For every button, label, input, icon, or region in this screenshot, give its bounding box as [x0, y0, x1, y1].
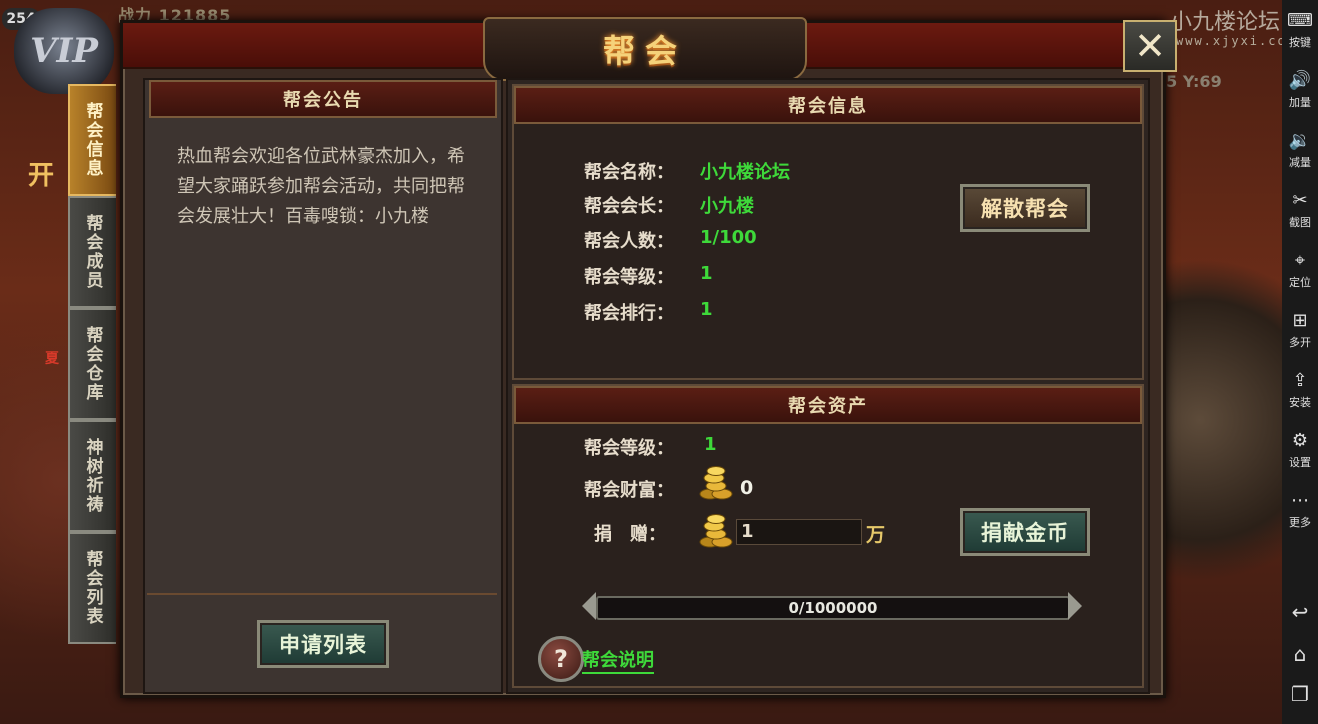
guild-level-value: 1 [700, 263, 713, 284]
guild-leader-label: 帮会会长： [584, 196, 674, 217]
sidebar-label: 设置 [1289, 456, 1311, 469]
vip-label: VIP [30, 31, 98, 71]
apply-list-button[interactable]: 申请列表 [257, 620, 389, 668]
close-icon: ✕ [1134, 24, 1166, 68]
sidebar-label: 加量 [1289, 96, 1311, 109]
sidebar-item-install[interactable]: ⇪ 安装 [1282, 370, 1318, 410]
guild-members-label: 帮会人数： [584, 231, 674, 252]
wealth-label: 帮会财富： [584, 480, 674, 501]
close-button[interactable]: ✕ [1123, 20, 1177, 72]
sidebar-item-more[interactable]: ⋯ 更多 [1282, 490, 1318, 530]
recent-apps-icon: ❐ [1291, 682, 1309, 706]
notice-header: 帮会公告 [149, 80, 497, 118]
volume-up-icon: 🔊 [1288, 70, 1312, 91]
window-title: 帮会 [602, 32, 687, 70]
sidebar-label: 减量 [1289, 156, 1311, 169]
asset-level-value: 1 [704, 434, 717, 455]
guild-level-label: 帮会等级： [584, 267, 674, 288]
guild-details-panel: 帮会信息 帮会名称： 小九楼论坛 帮会会长： 小九楼 帮会人数： 1/100 帮… [506, 78, 1150, 694]
sidebar-item-location[interactable]: ⌖ 定位 [1282, 250, 1318, 290]
donate-amount-input[interactable]: 1 [736, 519, 862, 545]
progress-left-arrow [582, 592, 596, 620]
donate-unit: 万 [866, 524, 886, 546]
tab-guild-members[interactable]: 帮会成员 [68, 196, 116, 308]
wealth-value: 0 [740, 477, 754, 499]
sidebar-item-settings[interactable]: ⚙ 设置 [1282, 430, 1318, 470]
sidebar-item-screenshot[interactable]: ✂ 截图 [1282, 190, 1318, 230]
vip-icon[interactable]: VIP [14, 8, 114, 94]
guild-info-header: 帮会信息 [514, 86, 1142, 124]
guild-rank-value: 1 [700, 299, 713, 320]
sidebar-label: 更多 [1289, 516, 1311, 529]
gold-coin-icon [699, 466, 733, 500]
sidebar-label: 安装 [1289, 396, 1311, 409]
side-event-text-2: 夏 [45, 351, 59, 367]
multi-window-icon: ⊞ [1292, 310, 1308, 331]
guild-info-box: 帮会信息 帮会名称： 小九楼论坛 帮会会长： 小九楼 帮会人数： 1/100 帮… [512, 84, 1144, 380]
scissors-icon: ✂ [1292, 190, 1308, 211]
sidebar-item-multi[interactable]: ⊞ 多开 [1282, 310, 1318, 350]
disband-guild-button[interactable]: 解散帮会 [960, 184, 1090, 232]
notice-divider [147, 593, 497, 595]
gold-coin-icon-2 [699, 514, 733, 548]
nav-recent-button[interactable]: ❐ [1282, 682, 1318, 706]
sidebar-label: 定位 [1289, 276, 1311, 289]
donate-label: 捐 赠： [594, 524, 666, 545]
location-icon: ⌖ [1294, 250, 1306, 271]
help-icon[interactable]: ? [538, 636, 584, 682]
guild-name-value: 小九楼论坛 [700, 162, 790, 183]
guild-assets-header: 帮会资产 [514, 386, 1142, 424]
watermark-url: www.xjyxi.com [1176, 34, 1296, 48]
guild-name-label: 帮会名称： [584, 162, 674, 183]
guild-help-link[interactable]: 帮会说明 [582, 646, 654, 674]
sidebar-item-volume-down[interactable]: 🔉 减量 [1282, 130, 1318, 170]
guild-assets-box: 帮会资产 帮会等级： 1 帮会财富： 0 捐 赠： 1 万 捐献金币 0/100… [512, 384, 1144, 688]
asset-level-label: 帮会等级： [584, 438, 674, 459]
guild-leader-value: 小九楼 [700, 196, 754, 217]
side-event-text: 开 [28, 161, 55, 191]
more-icon: ⋯ [1291, 490, 1309, 511]
donate-gold-button[interactable]: 捐献金币 [960, 508, 1090, 556]
watermark-title: 小九楼论坛 [1170, 10, 1281, 35]
emulator-sidebar: ⌨ 按键 🔊 加量 🔉 减量 ✂ 截图 ⌖ 定位 ⊞ 多开 ⇪ 安装 ⚙ 设置 ⋯ 更多 ↩ ⌂ … [1282, 0, 1318, 724]
keyboard-icon: ⌨ [1287, 10, 1313, 31]
title-ornament: 帮会 [483, 17, 807, 81]
guild-progress-bar: 0/1000000 [596, 596, 1070, 620]
volume-down-icon: 🔉 [1288, 130, 1312, 151]
tab-guild-warehouse[interactable]: 帮会仓库 [68, 308, 116, 420]
notice-text: 热血帮会欢迎各位武林豪杰加入，希望大家踊跃参加帮会活动，共同把帮会发展壮大！百毒… [177, 146, 465, 227]
sidebar-label: 多开 [1289, 336, 1311, 349]
sidebar-item-keys[interactable]: ⌨ 按键 [1282, 10, 1318, 50]
apk-icon: ⇪ [1292, 370, 1308, 391]
guild-members-value: 1/100 [700, 227, 757, 248]
nav-home-button[interactable]: ⌂ [1282, 642, 1318, 666]
gear-icon: ⚙ [1291, 430, 1309, 451]
tab-guild-list[interactable]: 帮会列表 [68, 532, 116, 644]
home-icon: ⌂ [1293, 642, 1307, 666]
back-icon: ↩ [1291, 600, 1309, 624]
progress-text: 0/1000000 [788, 599, 878, 617]
tab-sacred-tree[interactable]: 神树祈祷 [68, 420, 116, 532]
sidebar-label: 按键 [1289, 36, 1311, 49]
sidebar-label: 截图 [1289, 216, 1311, 229]
guild-window: 帮会 帮会公告 热血帮会欢迎各位武林豪杰加入，希望大家踊跃参加帮会活动，共同把帮… [120, 17, 1166, 698]
progress-right-arrow [1068, 592, 1082, 620]
notice-panel: 帮会公告 热血帮会欢迎各位武林豪杰加入，希望大家踊跃参加帮会活动，共同把帮会发展… [143, 78, 503, 694]
help-icon-glyph: ? [554, 645, 568, 673]
sidebar-item-volume-up[interactable]: 🔊 加量 [1282, 70, 1318, 110]
guild-rank-label: 帮会排行： [584, 303, 674, 324]
tab-guild-info[interactable]: 帮会信息 [68, 84, 116, 196]
nav-back-button[interactable]: ↩ [1282, 600, 1318, 624]
